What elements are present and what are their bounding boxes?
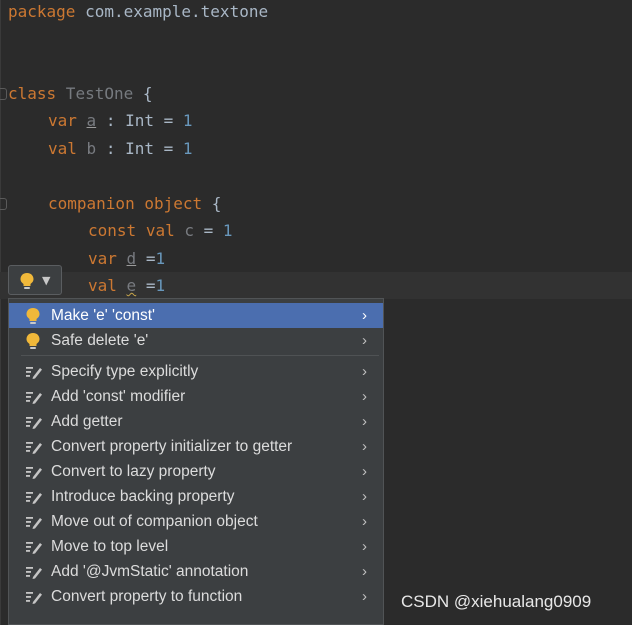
edit-intention-icon <box>25 588 43 606</box>
operator: = <box>136 249 156 268</box>
lightbulb-icon <box>25 332 43 350</box>
property-name: d <box>126 249 137 268</box>
menu-item[interactable]: Convert property to function › <box>9 584 383 609</box>
menu-item[interactable]: Convert property initializer to getter › <box>9 434 383 459</box>
number-literal: 1 <box>182 111 193 130</box>
code-line-var-a[interactable]: var a : Int = 1 <box>48 107 193 134</box>
code-line-package[interactable]: package com.example.textone <box>8 0 268 25</box>
code-line-const-c[interactable]: const val c = 1 <box>88 217 233 244</box>
chevron-right-icon[interactable]: › <box>362 328 367 353</box>
menu-item-label: Specify type explicitly <box>51 363 199 380</box>
operator: = <box>136 276 156 295</box>
keyword: companion <box>48 194 135 213</box>
chevron-right-icon[interactable]: › <box>362 534 367 559</box>
menu-item-label: Add 'const' modifier <box>51 388 186 405</box>
menu-item[interactable]: Add 'const' modifier › <box>9 384 383 409</box>
edit-intention-icon <box>25 388 43 406</box>
edit-intention-icon <box>25 438 43 456</box>
chevron-right-icon[interactable]: › <box>362 303 367 328</box>
property-name: c <box>184 221 194 240</box>
menu-item[interactable]: Move to top level › <box>9 534 383 559</box>
keyword: package <box>8 2 76 21</box>
property-name: e <box>126 276 137 295</box>
menu-item-label: Add '@JvmStatic' annotation <box>51 563 249 580</box>
operator: = <box>194 221 223 240</box>
lightbulb-icon <box>25 307 43 325</box>
type-annotation: : Int = <box>105 111 183 130</box>
keyword: val <box>88 276 117 295</box>
keyword: val <box>48 139 77 158</box>
watermark: CSDN @xiehualang0909 <box>401 592 592 611</box>
edit-intention-icon <box>25 513 43 531</box>
intention-actions-button[interactable]: ▼ <box>8 265 62 295</box>
menu-item-label: Move to top level <box>51 538 169 555</box>
lightbulb-icon <box>20 273 34 289</box>
chevron-down-icon: ▼ <box>42 274 51 287</box>
number-literal: 1 <box>182 139 193 158</box>
menu-item-label: Safe delete 'e' <box>51 332 149 349</box>
chevron-right-icon[interactable]: › <box>362 484 367 509</box>
number-literal: 1 <box>222 221 233 240</box>
code-line-var-d[interactable]: var d =1 <box>88 245 165 272</box>
code-line-val-b[interactable]: val b : Int = 1 <box>48 135 193 162</box>
number-literal: 1 <box>155 249 166 268</box>
menu-item[interactable]: Add getter › <box>9 409 383 434</box>
intention-actions-popup[interactable]: Make 'e' 'const' › Safe delete 'e' › Specify… <box>8 298 384 625</box>
keyword: var <box>88 249 117 268</box>
code-line-class[interactable]: class TestOne { <box>8 80 153 107</box>
edit-intention-icon <box>25 563 43 581</box>
package-name: com.example.textone <box>75 2 269 21</box>
menu-item[interactable]: Make 'e' 'const' › <box>9 303 383 328</box>
menu-item[interactable]: Safe delete 'e' › <box>9 328 383 353</box>
keyword: object <box>144 194 203 213</box>
keyword: class <box>8 84 57 103</box>
chevron-right-icon[interactable]: › <box>362 584 367 609</box>
code-editor[interactable]: package com.example.textone class TestOn… <box>0 0 632 625</box>
number-literal: 1 <box>155 276 166 295</box>
keyword: var <box>48 111 77 130</box>
edit-intention-icon <box>25 463 43 481</box>
type-annotation: : Int = <box>105 139 183 158</box>
menu-item[interactable]: Introduce backing property › <box>9 484 383 509</box>
edit-intention-icon <box>25 413 43 431</box>
property-name: b <box>86 139 97 158</box>
menu-item-label: Move out of companion object <box>51 513 258 530</box>
property-name: a <box>86 111 97 130</box>
edit-intention-icon <box>25 488 43 506</box>
menu-item[interactable]: Specify type explicitly › <box>9 359 383 384</box>
chevron-right-icon[interactable]: › <box>362 509 367 534</box>
menu-item-label: Convert property to function <box>51 588 243 605</box>
menu-item-label: Convert property initializer to getter <box>51 438 293 455</box>
fold-marker-icon[interactable] <box>0 88 7 100</box>
code-line-val-e[interactable]: val e =1 <box>88 272 165 299</box>
keyword: val <box>145 221 175 240</box>
brace: { <box>133 84 153 103</box>
class-name: TestOne <box>56 84 134 103</box>
code-line-companion[interactable]: companion object { <box>48 190 221 217</box>
keyword: const <box>88 221 137 240</box>
menu-item[interactable]: Convert to lazy property › <box>9 459 383 484</box>
menu-item-label: Convert to lazy property <box>51 463 216 480</box>
menu-item-label: Introduce backing property <box>51 488 235 505</box>
menu-item[interactable]: Add '@JvmStatic' annotation › <box>9 559 383 584</box>
edit-intention-icon <box>25 538 43 556</box>
menu-item-label: Make 'e' 'const' <box>51 307 156 324</box>
fold-marker-icon[interactable] <box>0 198 7 210</box>
menu-item-label: Add getter <box>51 413 123 430</box>
chevron-right-icon[interactable]: › <box>362 434 367 459</box>
chevron-right-icon[interactable]: › <box>362 559 367 584</box>
chevron-right-icon[interactable]: › <box>362 359 367 384</box>
chevron-right-icon[interactable]: › <box>362 384 367 409</box>
chevron-right-icon[interactable]: › <box>362 409 367 434</box>
brace: { <box>202 194 222 213</box>
menu-separator <box>21 355 379 356</box>
menu-item[interactable]: Move out of companion object › <box>9 509 383 534</box>
chevron-right-icon[interactable]: › <box>362 459 367 484</box>
edit-intention-icon <box>25 363 43 381</box>
